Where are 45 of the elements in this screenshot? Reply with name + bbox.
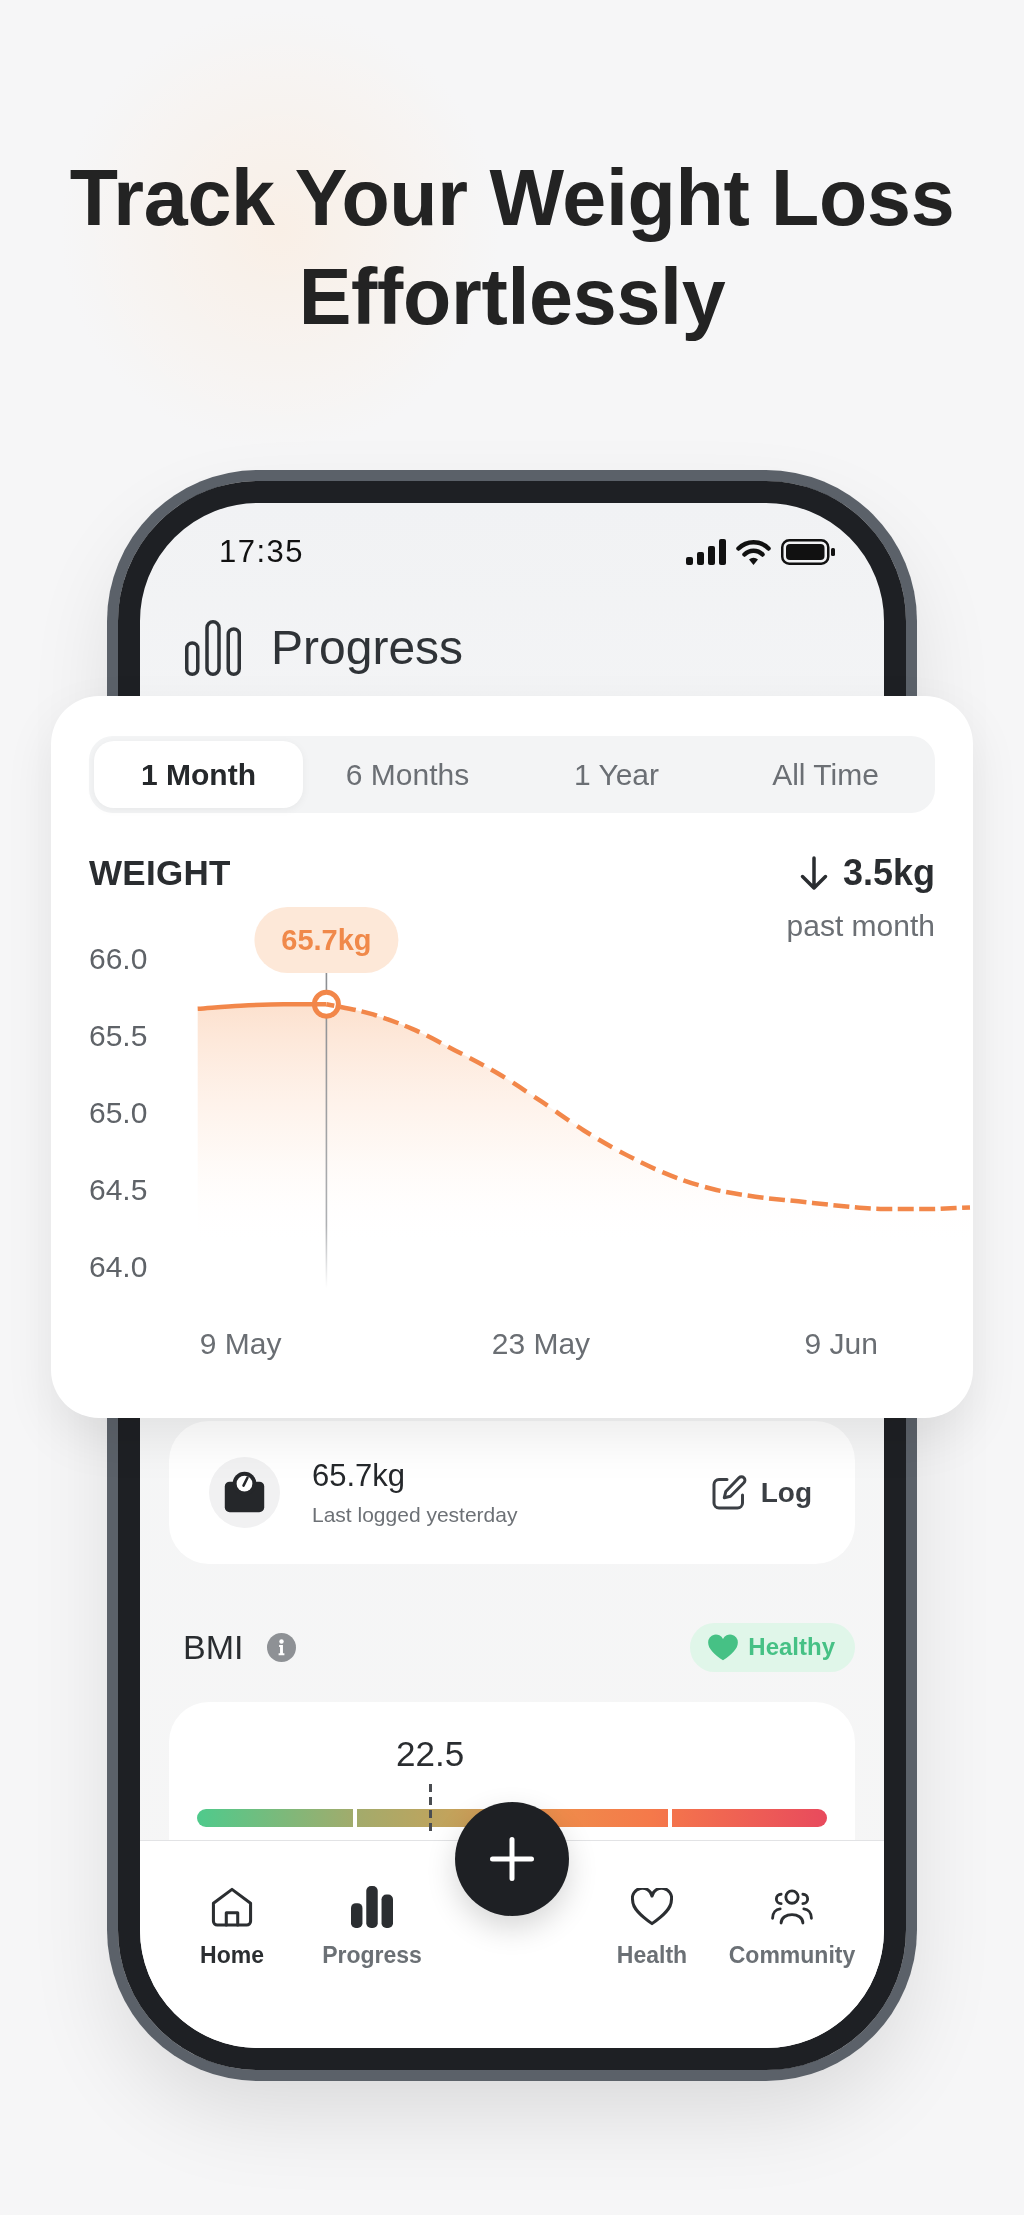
- latest-weight: 65.7kg: [312, 1457, 407, 1494]
- home-icon: [211, 1887, 253, 1927]
- weight-change: 3.5kg: [842, 853, 935, 893]
- range-tab[interactable]: All Time: [721, 741, 930, 808]
- arrow-down-icon: [798, 855, 829, 891]
- signal-icon: [686, 539, 726, 565]
- nav-item[interactable]: Health: [616, 1886, 688, 1970]
- axis-label: 65.5: [89, 1018, 148, 1052]
- heart-icon: [631, 1888, 673, 1926]
- axis-label: 9 Jun: [804, 1327, 878, 1360]
- scale-icon: [209, 1457, 280, 1528]
- axis-label: 65.0: [89, 1095, 148, 1129]
- pencil-square-icon: [711, 1475, 747, 1510]
- range-tab[interactable]: 1 Month: [94, 741, 303, 808]
- last-logged-caption: Last logged yesterday: [312, 1501, 518, 1528]
- range-tab[interactable]: 1 Year: [512, 741, 721, 808]
- axis-label: 66.0: [89, 941, 148, 975]
- value-tooltip: 65.7kg: [254, 907, 399, 973]
- wifi-icon: [736, 539, 771, 565]
- battery-icon: [781, 539, 835, 565]
- bmi-value: 22.5: [396, 1736, 465, 1772]
- axis-label: 64.0: [89, 1249, 148, 1283]
- nav-item[interactable]: Home: [200, 1886, 264, 1970]
- range-tab[interactable]: 6 Months: [303, 741, 512, 808]
- section-title: BMI: [183, 1627, 244, 1667]
- axis-label: 9 May: [199, 1327, 282, 1360]
- nav-item[interactable]: Community: [728, 1886, 856, 1970]
- info-icon: [267, 1632, 297, 1662]
- nav-item[interactable]: Progress: [322, 1886, 422, 1970]
- axis-label: 64.5: [89, 1172, 148, 1206]
- change-period: past month: [786, 909, 935, 943]
- axis-label: 23 May: [491, 1327, 591, 1360]
- bar-chart-icon: [351, 1886, 393, 1928]
- log-button[interactable]: Log: [711, 1475, 812, 1510]
- plus-icon: [490, 1837, 534, 1881]
- annotation: 65.7kg: [281, 924, 372, 956]
- heart-icon: [708, 1633, 739, 1661]
- section-title: WEIGHT: [89, 853, 231, 893]
- status-time: 17:35: [219, 535, 305, 569]
- people-icon: [771, 1889, 813, 1925]
- headline: Track Your Weight Loss Effortlessly: [68, 152, 956, 343]
- bar-chart-icon: [185, 620, 241, 676]
- status-label: Healthy: [748, 1633, 835, 1661]
- page-title: Progress: [271, 620, 464, 676]
- point-marker: [311, 989, 341, 1019]
